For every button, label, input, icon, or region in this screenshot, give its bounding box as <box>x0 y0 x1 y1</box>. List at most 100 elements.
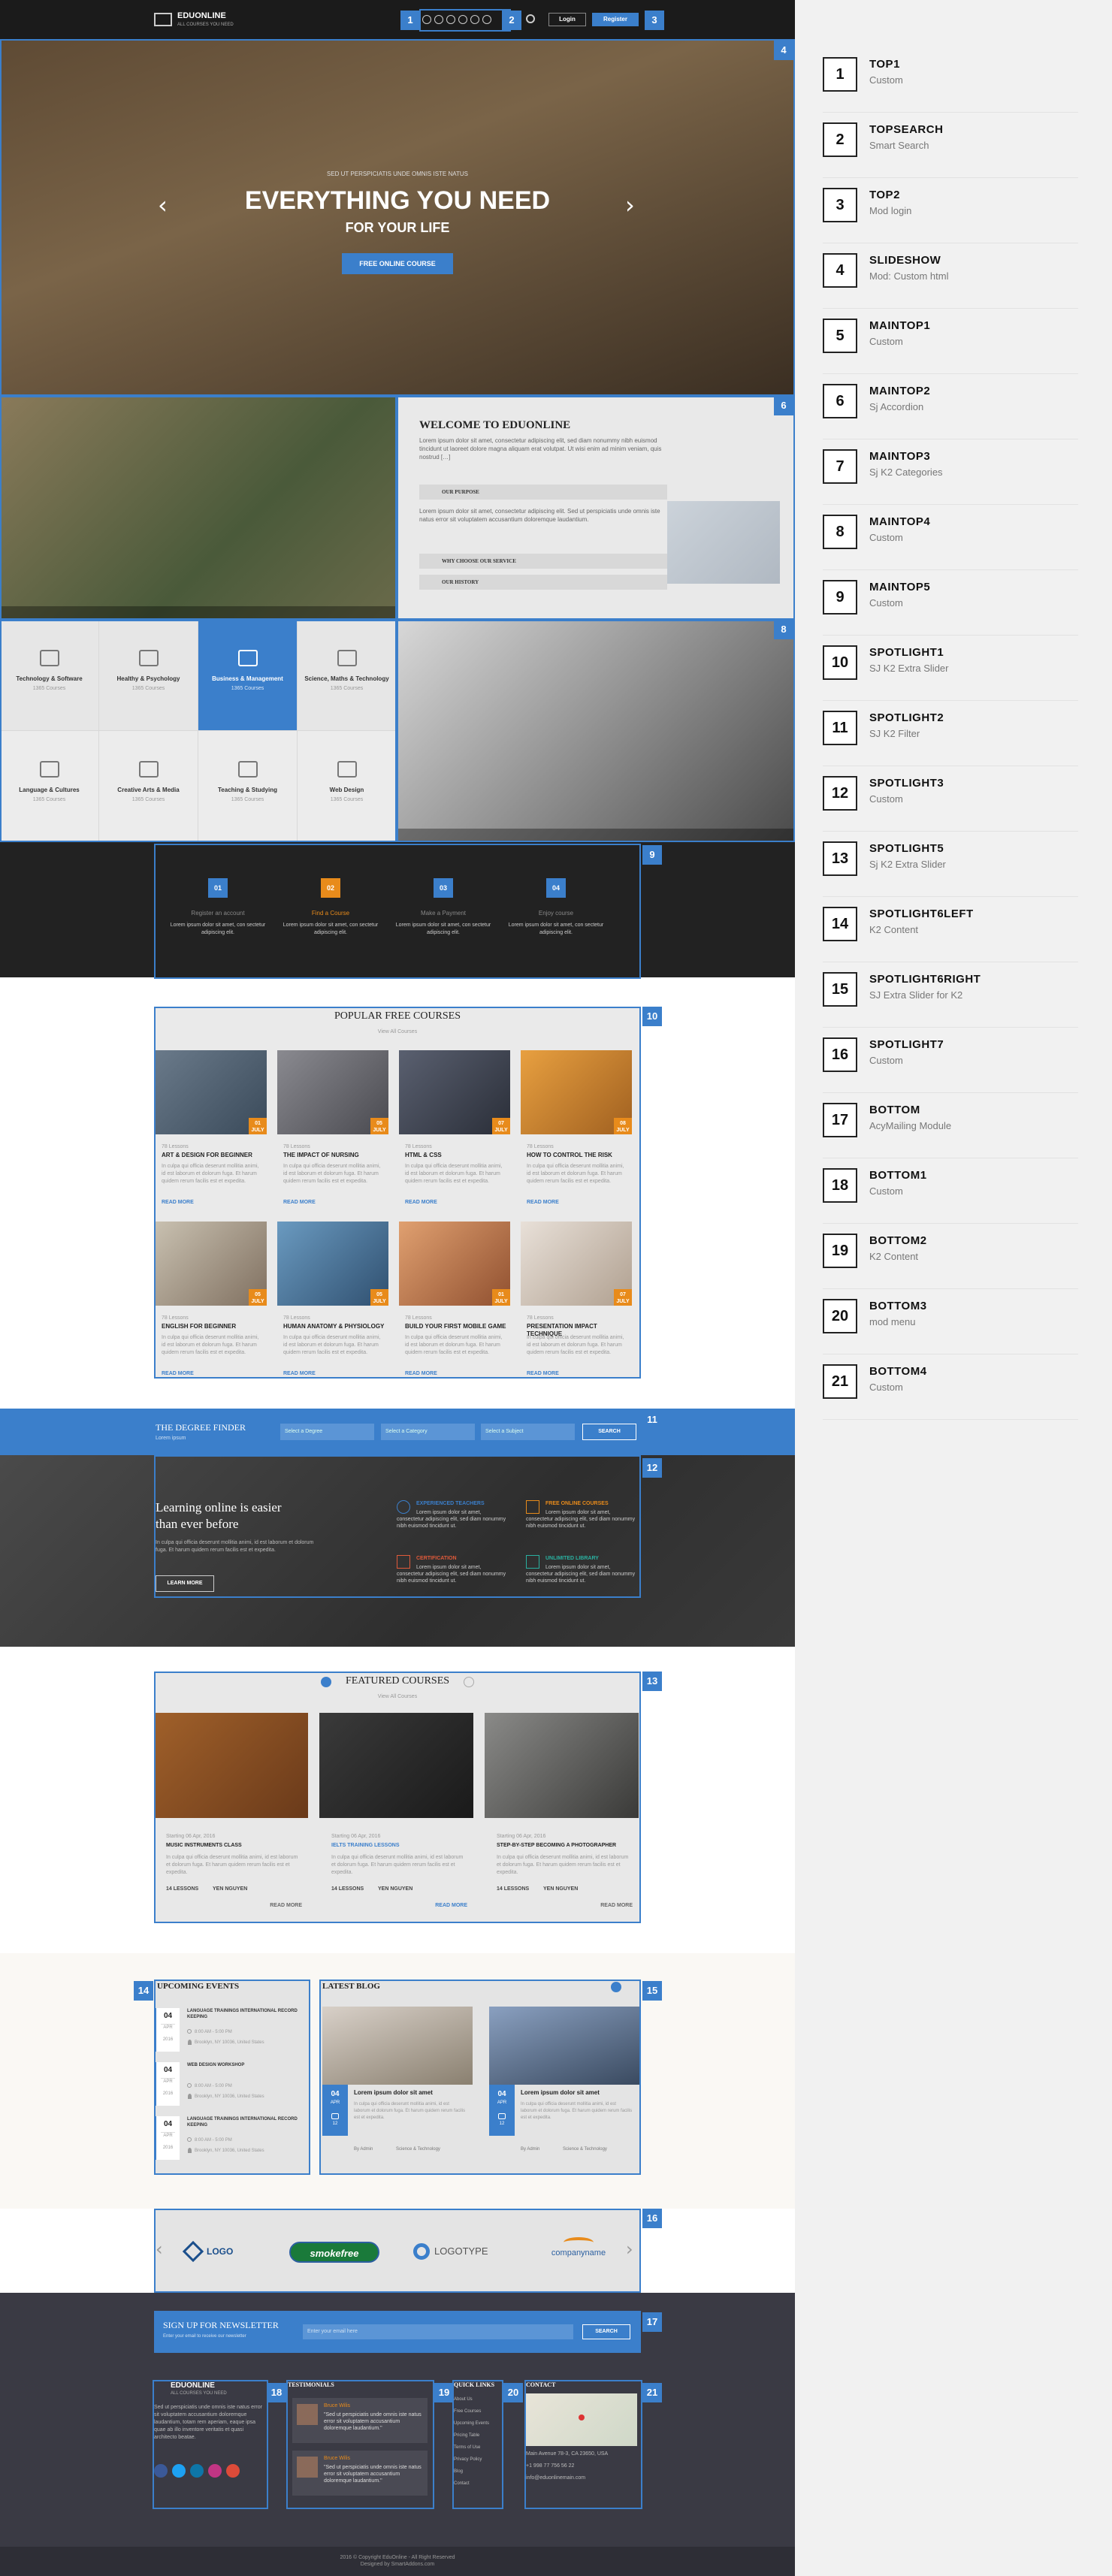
logo-mark[interactable] <box>154 13 172 26</box>
finder-search-button[interactable]: SEARCH <box>582 1424 636 1440</box>
legend-row: 18 BOTTOM1 Custom <box>823 1164 1078 1224</box>
pos-spotlight7-box <box>154 2209 641 2293</box>
copyright-text: 2016 © Copyright EduOnline - All Right R… <box>340 2555 455 2560</box>
hero-slideshow: ‹ › SED UT PERSPICIATIS UNDE OMNIS ISTE … <box>0 39 795 396</box>
logo-tagline: ALL COURSES YOU NEED <box>177 23 234 27</box>
legend-module: Custom <box>869 1185 903 1197</box>
legend-position: SPOTLIGHT2 <box>869 711 944 724</box>
register-button[interactable]: Register <box>592 13 639 26</box>
legend-row: 12 SPOTLIGHT3 Custom <box>823 772 1078 832</box>
legend-position: BOTTOM3 <box>869 1300 927 1312</box>
legend-number: 15 <box>823 972 857 1007</box>
legend-module: Sj Accordion <box>869 401 924 412</box>
pos-badge-10: 10 <box>642 1007 662 1026</box>
legend-position: TOP1 <box>869 58 900 71</box>
legend-number: 12 <box>823 776 857 811</box>
legend-module: AcyMailing Module <box>869 1120 952 1131</box>
footer-about: EDUONLINE ALL COURSES YOU NEED Sed ut pe… <box>153 2380 268 2509</box>
pos-bottom3-box <box>452 2380 503 2509</box>
pos-maintop2-box <box>397 396 795 620</box>
pos-top1-box <box>419 9 511 32</box>
legend-module: SJ Extra Slider for K2 <box>869 989 963 1001</box>
legend-row: 16 SPOTLIGHT7 Custom <box>823 1033 1078 1093</box>
copyright-bar: 2016 © Copyright EduOnline - All Right R… <box>0 2547 795 2576</box>
newsletter-panel: SIGN UP FOR NEWSLETTER Enter your email … <box>154 2311 641 2353</box>
footer-section: SIGN UP FOR NEWSLETTER Enter your email … <box>0 2293 795 2576</box>
legend-number: 7 <box>823 449 857 484</box>
pos-badge-19: 19 <box>434 2383 454 2402</box>
legend-position: TOP2 <box>869 189 900 201</box>
page: EDUONLINE ALL COURSES YOU NEED Login Reg… <box>0 0 1112 2576</box>
video-block-2[interactable]: 8 <box>397 620 795 842</box>
legend-position: MAINTOP4 <box>869 515 931 528</box>
legend-row: 8 MAINTOP4 Custom <box>823 510 1078 570</box>
pos-spotlight6left-box <box>154 1980 310 2175</box>
legend-row: 10 SPOTLIGHT1 SJ K2 Extra Slider <box>823 641 1078 701</box>
legend-number: 14 <box>823 907 857 941</box>
pos-badge-6: 6 <box>774 396 793 415</box>
newsletter-email-input[interactable]: Enter your email here <box>303 2324 573 2339</box>
pos-badge-16: 16 <box>642 2209 662 2228</box>
pos-bottom2-box <box>286 2380 434 2509</box>
degree-select[interactable]: Select a Degree <box>280 1424 374 1440</box>
legend-row: 13 SPOTLIGHT5 Sj K2 Extra Slider <box>823 837 1078 897</box>
legend-row: 1 TOP1 Custom <box>823 53 1078 113</box>
legend-row: 4 SLIDESHOW Mod: Custom html <box>823 249 1078 309</box>
video-block-1[interactable]: 5 <box>0 396 418 620</box>
search-icon[interactable] <box>526 14 535 23</box>
legend-row: 15 SPOTLIGHT6RIGHT SJ Extra Slider for K2 <box>823 968 1078 1028</box>
category-select[interactable]: Select a Category <box>381 1424 475 1440</box>
pos-maintop4-box <box>397 620 795 842</box>
footer-quick-links: QUICK LINKS About Us Free Courses Upcoming… <box>452 2380 503 2509</box>
pos-slideshow-box <box>0 39 795 396</box>
pos-badge-12: 12 <box>642 1458 662 1478</box>
categories-grid: Technology & Software 1365 Courses Healthy… <box>0 620 418 842</box>
legend-position: MAINTOP5 <box>869 581 931 593</box>
legend-number: 19 <box>823 1234 857 1268</box>
legend-number: 20 <box>823 1299 857 1333</box>
legend-position: SPOTLIGHT6RIGHT <box>869 973 981 986</box>
legend-number: 4 <box>823 253 857 288</box>
subject-select[interactable]: Select a Subject <box>481 1424 575 1440</box>
legend-row: 6 MAINTOP2 Sj Accordion <box>823 379 1078 439</box>
finder-title: THE DEGREE FINDER <box>156 1422 246 1433</box>
legend-row: 2 TOPSEARCH Smart Search <box>823 118 1078 178</box>
login-button[interactable]: Login <box>548 13 586 26</box>
pos-badge-11: 11 <box>642 1410 662 1430</box>
newsletter-sub: Enter your email to receive our newslett… <box>163 2334 246 2339</box>
legend-module: SJ K2 Extra Slider <box>869 663 949 674</box>
legend-position: BOTTOM <box>869 1104 920 1116</box>
legend-module: Mod: Custom html <box>869 270 949 282</box>
logo-text[interactable]: EDUONLINE <box>177 11 226 20</box>
legend-module: Custom <box>869 532 903 543</box>
legend-position: BOTTOM4 <box>869 1365 927 1378</box>
pos-bottom4-box <box>524 2380 642 2509</box>
newsletter-button[interactable]: SEARCH <box>582 2324 630 2339</box>
pos-spotlight3-box <box>154 1455 641 1598</box>
partners-panel: ‹ › LOGO smokefree LOGOTYPE companyname <box>154 2209 641 2293</box>
pos-bottom1-box <box>153 2380 268 2509</box>
legend-row: 7 MAINTOP3 Sj K2 Categories <box>823 445 1078 505</box>
newsletter-title: SIGN UP FOR NEWSLETTER <box>163 2320 279 2330</box>
events-blog-section: UPCOMING EVENTS 04 APR 2016 LANGUAGE TRAINI… <box>0 1953 795 2209</box>
legend-module: K2 Content <box>869 1251 919 1262</box>
legend-module: SJ K2 Filter <box>869 728 920 739</box>
legend-number: 3 <box>823 188 857 222</box>
legend-row: 20 BOTTOM3 mod menu <box>823 1294 1078 1354</box>
legend-number: 11 <box>823 711 857 745</box>
pos-maintop3-box <box>0 620 397 842</box>
finder-sub: Lorem ipsum <box>156 1436 186 1441</box>
legend-row: 17 BOTTOM AcyMailing Module <box>823 1098 1078 1158</box>
legend-module: Custom <box>869 74 903 86</box>
legend-number: 1 <box>823 57 857 92</box>
degree-finder: THE DEGREE FINDER Lorem ipsum Select a D… <box>0 1409 795 1455</box>
pos-badge-3: 3 <box>645 11 664 30</box>
legend-row: 21 BOTTOM4 Custom <box>823 1360 1078 1420</box>
legend-position: MAINTOP1 <box>869 319 931 332</box>
legend-row: 9 MAINTOP5 Custom <box>823 575 1078 636</box>
footer-testimonials: TESTIMONIALS Bruce Wilis "Sed ut perspic… <box>286 2380 434 2509</box>
legend-module: Custom <box>869 1382 903 1393</box>
legend-number: 18 <box>823 1168 857 1203</box>
pos-badge-21: 21 <box>642 2383 662 2402</box>
partners-section: ‹ › LOGO smokefree LOGOTYPE companyname … <box>0 2209 795 2293</box>
